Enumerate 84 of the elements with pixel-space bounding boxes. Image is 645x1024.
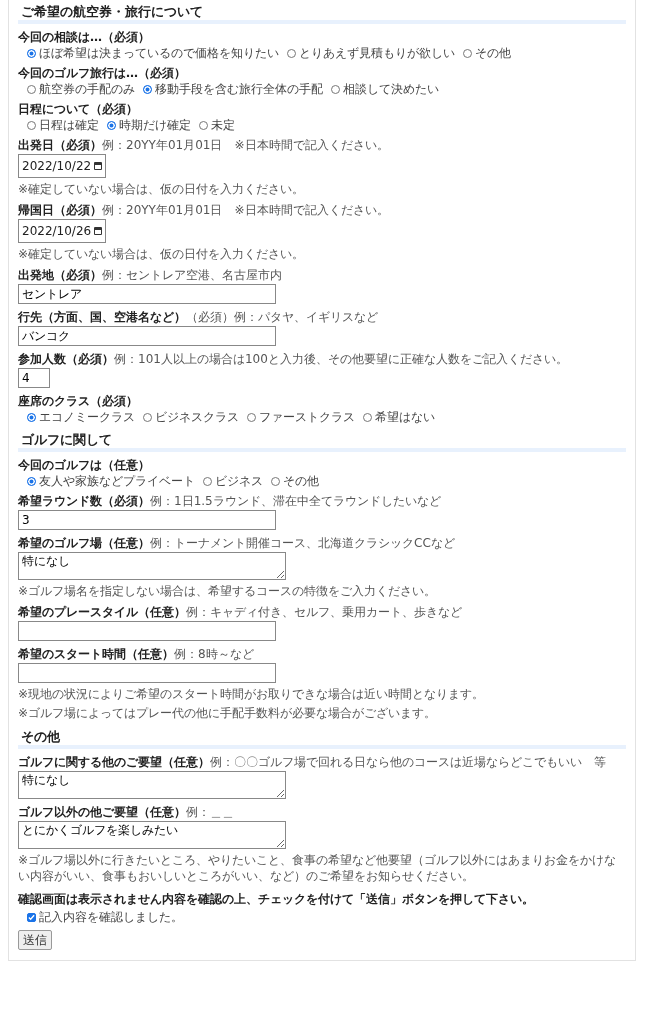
field-hint: （必須）例：パタヤ、イギリスなど bbox=[186, 310, 378, 324]
field-hint: 例：＿＿ bbox=[186, 805, 234, 819]
field-hint: 例：キャディ付き、セルフ、乗用カート、歩きなど bbox=[186, 605, 462, 619]
radio-option[interactable]: その他 bbox=[271, 474, 319, 488]
field-label: 参加人数（必須） bbox=[18, 352, 114, 366]
date-field[interactable]: 2022/10/22 bbox=[18, 154, 106, 178]
field-hint: 例：8時～など bbox=[174, 647, 254, 661]
option-label: 日程は確定 bbox=[39, 118, 99, 132]
radio-button[interactable] bbox=[27, 120, 36, 130]
confirm-instruction: 確認画面は表示されません内容を確認の上、チェックを付けて「送信」ボタンを押して下さい。 bbox=[18, 892, 535, 906]
date-value: 2022/10/26 bbox=[22, 224, 92, 238]
field-label: 今回のゴルフ旅行は…（必須） bbox=[18, 66, 186, 80]
field-label: 帰国日（必須） bbox=[18, 203, 102, 217]
note-text: ※ゴルフ場名を指定しない場合は、希望するコースの特徴をご入力ください。 bbox=[18, 583, 438, 599]
radio-button[interactable] bbox=[331, 84, 340, 94]
text-field[interactable]: 3 bbox=[18, 510, 276, 530]
radio-button[interactable] bbox=[271, 476, 280, 486]
field-label: 出発日（必須） bbox=[18, 138, 102, 152]
text-area[interactable]: とにかくゴルフを楽しみたい bbox=[18, 821, 286, 849]
radio-button[interactable] bbox=[27, 412, 36, 422]
radio-option[interactable]: 希望はない bbox=[363, 410, 435, 424]
option-label: その他 bbox=[475, 46, 511, 60]
date-value: 2022/10/22 bbox=[22, 159, 92, 173]
note-text: ※ゴルフ場以外に行きたいところ、やりたいこと、食事の希望など他要望（ゴルフ以外にはあまりお金をかけない内容がいい、食事もおいしいところがいい、など）のご希望をお知らせください。 bbox=[18, 852, 618, 884]
radio-button[interactable] bbox=[143, 412, 152, 422]
radio-option[interactable]: 日程は確定 bbox=[27, 118, 99, 132]
option-label: ビジネス bbox=[215, 474, 263, 488]
text-area[interactable]: 特になし bbox=[18, 552, 286, 580]
note-text: ※ゴルフ場によってはプレー代の他に手配手数料が必要な場合がございます。 bbox=[18, 705, 438, 721]
field-hint: 例：トーナメント開催コース、北海道クラシックCCなど bbox=[150, 536, 455, 550]
radio-button[interactable] bbox=[199, 120, 208, 130]
checkbox-label: 記入内容を確認しました。 bbox=[39, 910, 183, 924]
radio-button[interactable] bbox=[247, 412, 256, 422]
radio-button[interactable] bbox=[27, 48, 36, 58]
field-label: ゴルフに関する他のご要望（任意） bbox=[18, 755, 210, 769]
radio-button[interactable] bbox=[287, 48, 296, 58]
field-hint: 例：20YY年01月01日 ※日本時間で記入ください。 bbox=[102, 203, 389, 217]
section-title: その他 bbox=[18, 729, 626, 749]
radio-button[interactable] bbox=[27, 476, 36, 486]
radio-option[interactable]: その他 bbox=[463, 46, 511, 60]
option-label: 未定 bbox=[211, 118, 235, 132]
radio-button[interactable] bbox=[363, 412, 372, 422]
field-label: 今回のゴルフは（任意） bbox=[18, 458, 150, 472]
section-title: ゴルフに関して bbox=[18, 432, 626, 452]
text-field[interactable]: セントレア bbox=[18, 284, 276, 304]
date-field[interactable]: 2022/10/26 bbox=[18, 219, 106, 243]
field-hint: 例：20YY年01月01日 ※日本時間で記入ください。 bbox=[102, 138, 389, 152]
radio-button[interactable] bbox=[203, 476, 212, 486]
note-text: ※現地の状況によりご希望のスタート時間がお取りできな場合は近い時間となります。 bbox=[18, 686, 486, 702]
field-hint: 例：1日1.5ラウンド、滞在中全てラウンドしたいなど bbox=[150, 494, 441, 508]
section-title: ご希望の航空券・旅行について bbox=[18, 4, 626, 24]
field-label: 出発地（必須） bbox=[18, 268, 102, 282]
field-hint: 例：〇〇ゴルフ場で回れる日なら他のコースは近場ならどこでもいい 等 bbox=[210, 755, 606, 769]
radio-option[interactable]: 未定 bbox=[199, 118, 235, 132]
field-label: 座席のクラス（必須） bbox=[18, 394, 138, 408]
field-label: ゴルフ以外の他ご要望（任意） bbox=[18, 805, 186, 819]
calendar-icon[interactable] bbox=[94, 162, 102, 170]
field-label: 希望のプレースタイル（任意） bbox=[18, 605, 186, 619]
field-label: 希望ラウンド数（必須） bbox=[18, 494, 150, 508]
text-area[interactable]: 特になし bbox=[18, 771, 286, 799]
text-field[interactable] bbox=[18, 621, 276, 641]
text-field[interactable]: 4 bbox=[18, 368, 50, 388]
radio-button[interactable] bbox=[463, 48, 472, 58]
field-label: 日程について（必須） bbox=[18, 102, 138, 116]
radio-button[interactable] bbox=[107, 120, 116, 130]
field-label: 希望のスタート時間（任意） bbox=[18, 647, 174, 661]
radio-button[interactable] bbox=[143, 84, 152, 94]
submit-button[interactable]: 送信 bbox=[18, 930, 52, 950]
text-field[interactable]: バンコク bbox=[18, 326, 276, 346]
note-text: ※確定していない場合は、仮の日付を入力ください。 bbox=[18, 246, 306, 262]
text-field[interactable] bbox=[18, 663, 276, 683]
field-hint: 例：101人以上の場合は100と入力後、その他要望に正確な人数をご記入ください。 bbox=[114, 352, 568, 366]
checkbox[interactable] bbox=[27, 912, 36, 922]
option-label: その他 bbox=[283, 474, 319, 488]
note-text: ※確定していない場合は、仮の日付を入力ください。 bbox=[18, 181, 306, 197]
confirm-option[interactable]: 記入内容を確認しました。 bbox=[18, 910, 626, 924]
field-hint: 例：セントレア空港、名古屋市内 bbox=[102, 268, 282, 282]
field-label: 今回の相談は…（必須） bbox=[18, 30, 150, 44]
field-label: 希望のゴルフ場（任意） bbox=[18, 536, 150, 550]
option-label: 希望はない bbox=[375, 410, 435, 424]
radio-option[interactable]: ビジネス bbox=[203, 474, 263, 488]
radio-button[interactable] bbox=[27, 84, 36, 94]
calendar-icon[interactable] bbox=[94, 227, 102, 235]
field-label: 行先（方面、国、空港名など） bbox=[18, 310, 186, 324]
